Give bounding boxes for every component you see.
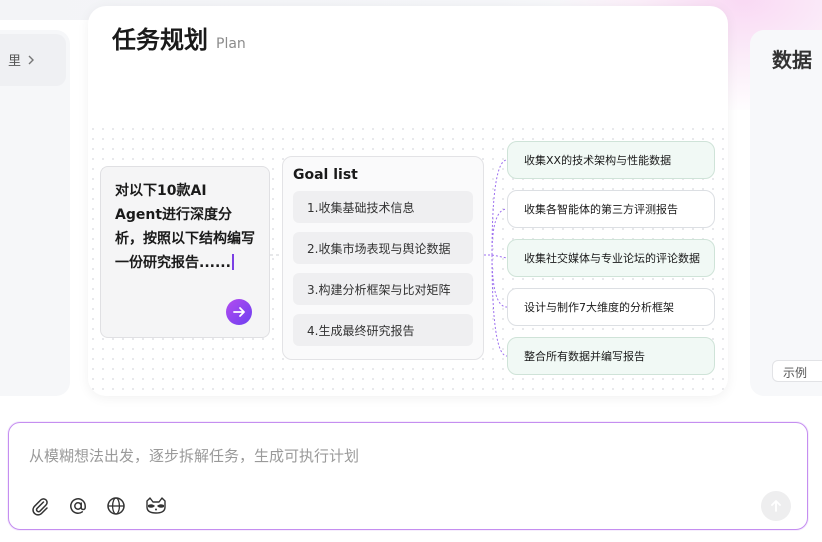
goal-item[interactable]: 2.收集市场表现与舆论数据 [293,232,473,264]
task-item[interactable]: 收集各智能体的第三方评测报告 [507,190,715,228]
send-button[interactable] [761,491,791,521]
next-card-example-tag[interactable]: 示例 [772,360,822,382]
goal-item[interactable]: 4.生成最终研究报告 [293,314,473,346]
plan-card: 任务规划 Plan 对以下10款AI Agent进行深度分析，按照以下结构编写一… [88,6,728,396]
task-item[interactable]: 整合所有数据并编写报告 [507,337,715,375]
arrow-up-icon [771,500,781,512]
prompt-text-content: 对以下10款AI Agent进行深度分析，按照以下结构编写一份研究报告.....… [115,183,255,271]
previous-card-label-row[interactable]: 里 [8,50,35,69]
chat-composer [8,422,808,530]
globe-icon[interactable] [105,495,127,517]
task-item[interactable]: 设计与制作7大维度的分析框架 [507,288,715,326]
composer-input[interactable] [29,445,729,467]
paperclip-icon[interactable] [29,495,51,517]
next-card-title: 数据 [772,48,812,72]
goal-item[interactable]: 1.收集基础技术信息 [293,191,473,223]
prompt-submit-button[interactable] [226,299,252,325]
task-item[interactable]: 收集社交媒体与专业论坛的评论数据 [507,239,715,277]
text-caret [231,254,234,270]
chevron-right-icon [28,55,35,64]
goal-list-title: Goal list [293,167,358,183]
previous-card-label: 里 [8,54,22,69]
goal-list-panel: Goal list 1.收集基础技术信息 2.收集市场表现与舆论数据 3.构建分… [282,156,484,360]
goal-item[interactable]: 3.构建分析框架与比对矩阵 [293,273,473,305]
prompt-box[interactable]: 对以下10款AI Agent进行深度分析，按照以下结构编写一份研究报告.....… [100,166,270,338]
arrow-right-icon [233,307,245,317]
at-sign-icon[interactable] [67,495,89,517]
prompt-text: 对以下10款AI Agent进行深度分析，按照以下结构编写一份研究报告.....… [115,179,255,275]
raccoon-agent-icon[interactable] [143,495,169,517]
next-card[interactable] [750,30,822,396]
task-item[interactable]: 收集XX的技术架构与性能数据 [507,141,715,179]
